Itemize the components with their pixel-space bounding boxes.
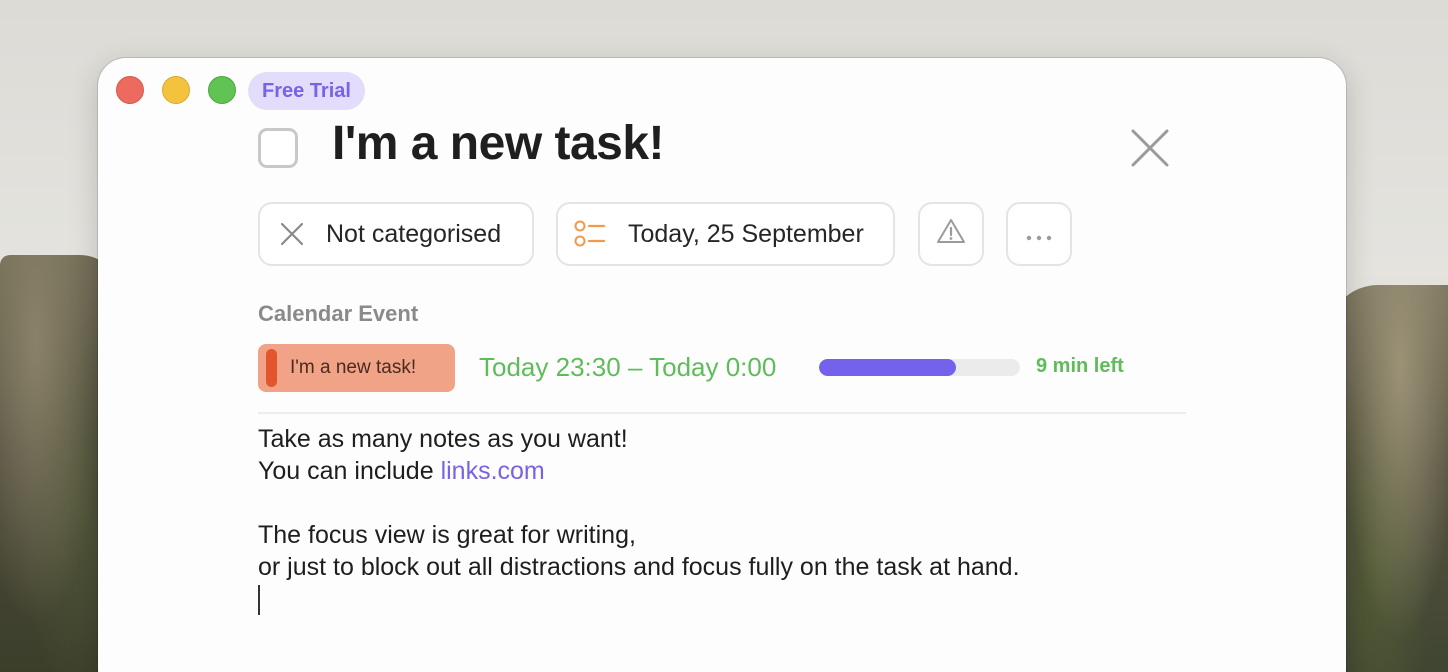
window-minimize-button[interactable] [162, 76, 190, 104]
priority-button[interactable] [918, 202, 984, 266]
calendar-event-heading: Calendar Event [258, 301, 419, 326]
notes-line: The focus view is great for writing, [258, 521, 636, 549]
date-button[interactable]: Today, 25 September [556, 202, 895, 266]
event-progress-fill [819, 359, 956, 376]
free-trial-badge[interactable]: Free Trial [248, 72, 365, 110]
x-icon [280, 222, 304, 246]
task-complete-checkbox[interactable] [258, 128, 298, 168]
background-rock-right [1328, 285, 1448, 672]
notes-blank-line [258, 487, 1020, 519]
text-caret [258, 585, 260, 615]
notes-line: Take as many notes as you want! [258, 425, 628, 453]
notes-link[interactable]: links.com [441, 457, 545, 485]
more-options-button[interactable] [1006, 202, 1072, 266]
time-left-label: 9 min left [1036, 355, 1124, 377]
more-icon [1024, 220, 1054, 249]
category-button[interactable]: Not categorised [258, 202, 534, 266]
close-icon[interactable] [1128, 126, 1172, 170]
window-maximize-button[interactable] [208, 76, 236, 104]
warning-icon [935, 217, 967, 252]
event-time-range[interactable]: Today 23:30 – Today 0:00 [479, 352, 776, 383]
calendar-event-chip[interactable]: I'm a new task! [258, 344, 455, 392]
divider [258, 412, 1186, 414]
event-progress-bar [819, 359, 1020, 376]
event-color-bar [266, 349, 277, 387]
notes-text: You can include [258, 457, 441, 485]
date-label: Today, 25 September [628, 219, 864, 248]
notes-line: You can include links.com [258, 455, 1020, 487]
window-close-button[interactable] [116, 76, 144, 104]
task-title[interactable]: I'm a new task! [332, 116, 665, 171]
category-label: Not categorised [326, 219, 502, 248]
focus-window: Free Trial I'm a new task! Not categoris… [98, 58, 1346, 672]
notes-line: or just to block out all distractions an… [258, 553, 1020, 581]
event-chip-label: I'm a new task! [290, 357, 417, 378]
list-icon [574, 220, 606, 248]
notes-editor[interactable]: Take as many notes as you want! You can … [258, 423, 1020, 583]
